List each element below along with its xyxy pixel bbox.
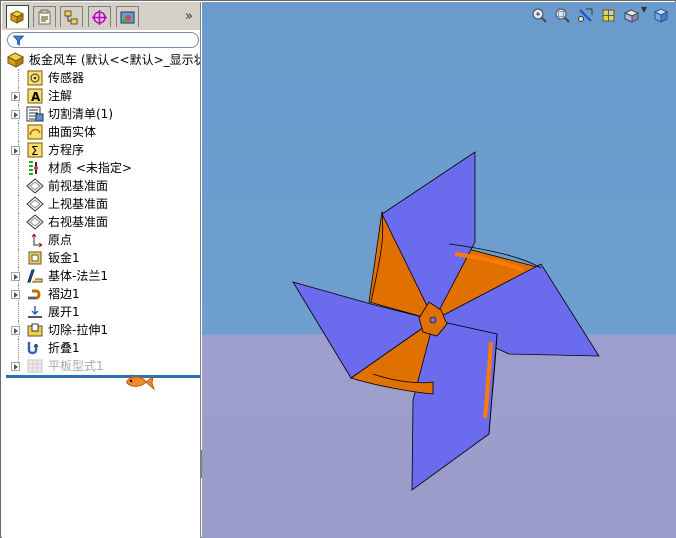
origin-icon bbox=[26, 232, 44, 248]
tree-item-plane[interactable]: 右视基准面 bbox=[2, 213, 200, 231]
sheet-metal-pinwheel-model[interactable] bbox=[202, 2, 676, 538]
tree-item-unfold[interactable]: 展开1 bbox=[2, 303, 200, 321]
tree-item-plane[interactable]: 前视基准面 bbox=[2, 177, 200, 195]
tree-connector-line bbox=[18, 339, 19, 357]
feature-manager-icon bbox=[9, 9, 25, 24]
tree-item-base-flange[interactable]: 基体-法兰1 bbox=[2, 267, 200, 285]
part-icon bbox=[6, 52, 25, 68]
expand-icon[interactable] bbox=[11, 290, 20, 299]
tree-item-label: 褶边1 bbox=[48, 287, 80, 301]
tree-item-origin[interactable]: 原点 bbox=[2, 231, 200, 249]
tree-root[interactable]: 板金风车 (默认<<默认>_显示状 bbox=[2, 51, 200, 69]
hem-icon bbox=[26, 286, 44, 302]
sheet-metal-icon bbox=[26, 250, 44, 266]
tree-item-label: 折叠1 bbox=[48, 341, 80, 355]
tree-item-label: 钣金1 bbox=[48, 251, 80, 265]
plane-icon bbox=[26, 196, 44, 212]
rollback-bar[interactable] bbox=[6, 375, 200, 378]
configuration-manager-icon bbox=[64, 10, 78, 24]
base-flange-icon bbox=[26, 268, 44, 284]
manager-tab-bar: » bbox=[2, 2, 200, 30]
feature-manager-panel: » 板金风车 (默认<<默认>_显示状 传感器 A 注解切割清单(1) 曲面实体 Σ 方程… bbox=[2, 2, 201, 538]
plane-icon bbox=[26, 214, 44, 230]
cut-extrude-icon bbox=[26, 322, 44, 338]
expand-icon[interactable] bbox=[11, 146, 20, 155]
tree-item-label: 方程序 bbox=[48, 143, 85, 157]
tree-item-label: 右视基准面 bbox=[48, 215, 109, 229]
tree-connector-line bbox=[18, 159, 19, 177]
dimxpert-icon bbox=[92, 9, 107, 25]
tree-item-label: 切割清单(1) bbox=[48, 107, 113, 121]
tree-item-plane[interactable]: 上视基准面 bbox=[2, 195, 200, 213]
tree-item-equations[interactable]: Σ 方程序 bbox=[2, 141, 200, 159]
material-icon bbox=[26, 160, 44, 176]
expand-icon[interactable] bbox=[11, 326, 20, 335]
rollback-cursor-icon bbox=[126, 374, 156, 391]
tree-item-label: 原点 bbox=[48, 233, 73, 247]
tree-connector-line bbox=[18, 177, 19, 195]
svg-text:A: A bbox=[31, 90, 41, 104]
tree-item-label: 注解 bbox=[48, 89, 73, 103]
filter-icon bbox=[13, 35, 24, 46]
tree-item-label: 上视基准面 bbox=[48, 197, 109, 211]
tree-connector-line bbox=[18, 213, 19, 231]
tree-item-label: 传感器 bbox=[48, 71, 85, 85]
equations-icon: Σ bbox=[26, 142, 44, 158]
cut-list-icon bbox=[26, 106, 44, 122]
tab-display-manager[interactable] bbox=[116, 6, 139, 27]
graphics-viewport[interactable]: ▼ bbox=[202, 2, 676, 538]
display-manager-icon bbox=[120, 11, 135, 23]
expand-icon[interactable] bbox=[11, 110, 20, 119]
tree-item-label: 材质 <未指定> bbox=[48, 161, 132, 175]
plane-icon bbox=[26, 178, 44, 194]
tree-connector-line bbox=[18, 195, 19, 213]
tree-item-hem[interactable]: 褶边1 bbox=[2, 285, 200, 303]
tab-feature-manager[interactable] bbox=[6, 5, 29, 28]
tree-connector-line bbox=[18, 303, 19, 321]
fold-icon bbox=[26, 340, 44, 356]
tree-item-surface-bodies[interactable]: 曲面实体 bbox=[2, 123, 200, 141]
expand-icon[interactable] bbox=[11, 362, 20, 371]
tab-overflow-button[interactable]: » bbox=[182, 7, 196, 25]
tree-item-cut-extrude[interactable]: 切除-拉伸1 bbox=[2, 321, 200, 339]
tree-connector-line bbox=[18, 249, 19, 267]
tree-item-label: 基体-法兰1 bbox=[48, 269, 108, 283]
tree-item-sheet-metal[interactable]: 钣金1 bbox=[2, 249, 200, 267]
tree-item-cut-list[interactable]: 切割清单(1) bbox=[2, 105, 200, 123]
tab-configuration-manager[interactable] bbox=[60, 6, 83, 27]
tree-item-sensor[interactable]: 传感器 bbox=[2, 69, 200, 87]
tab-property-manager[interactable] bbox=[33, 6, 56, 27]
application-window: » 板金风车 (默认<<默认>_显示状 传感器 A 注解切割清单(1) 曲面实体 Σ 方程… bbox=[0, 0, 676, 538]
annotation-icon: A bbox=[26, 88, 44, 104]
expand-icon[interactable] bbox=[11, 92, 20, 101]
tree-connector-line bbox=[18, 123, 19, 141]
tree-item-material[interactable]: 材质 <未指定> bbox=[2, 159, 200, 177]
tree-item-fold[interactable]: 折叠1 bbox=[2, 339, 200, 357]
tree-item-label: 平板型式1 bbox=[48, 359, 104, 373]
tree-item-label: 前视基准面 bbox=[48, 179, 109, 193]
tree-root-label: 板金风车 (默认<<默认>_显示状 bbox=[29, 53, 200, 67]
tab-dimxpert[interactable] bbox=[88, 6, 111, 27]
tree-item-label: 切除-拉伸1 bbox=[48, 323, 108, 337]
tree-item-flat-pattern[interactable]: 平板型式1 bbox=[2, 357, 200, 375]
tree-connector-line bbox=[18, 69, 19, 87]
svg-text:Σ: Σ bbox=[31, 144, 39, 158]
tree-item-label: 展开1 bbox=[48, 305, 80, 319]
property-manager-icon bbox=[38, 9, 51, 24]
tree-item-annotation[interactable]: A 注解 bbox=[2, 87, 200, 105]
surface-bodies-icon bbox=[26, 124, 44, 140]
sensor-icon bbox=[26, 70, 44, 86]
tree-filter-input[interactable] bbox=[7, 32, 199, 48]
tree-item-label: 曲面实体 bbox=[48, 125, 97, 139]
flat-pattern-icon bbox=[26, 358, 44, 374]
pinwheel-center-pin bbox=[429, 316, 437, 324]
expand-icon[interactable] bbox=[11, 272, 20, 281]
tree-connector-line bbox=[18, 231, 19, 249]
unfold-icon bbox=[26, 304, 44, 320]
